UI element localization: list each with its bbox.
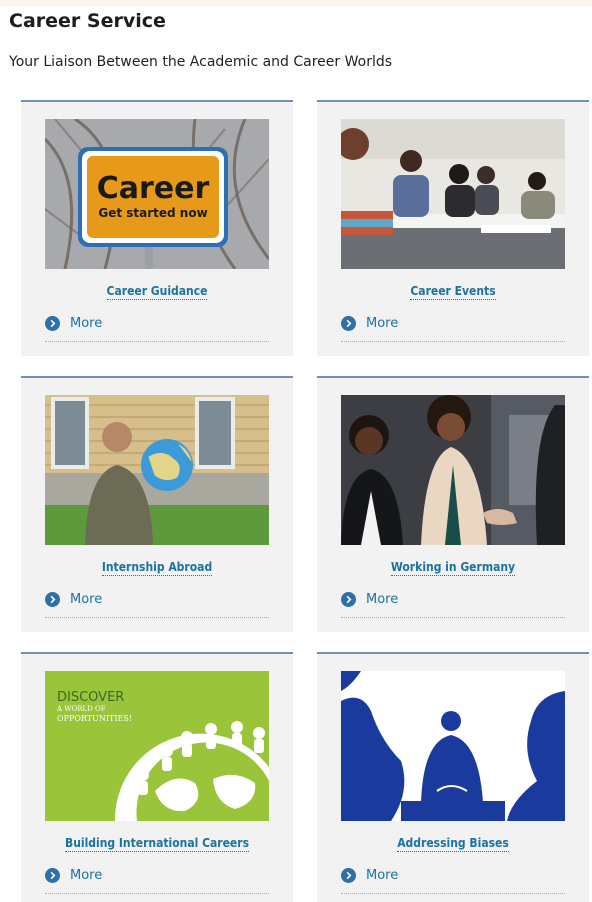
discover-world-illustration: DISCOVER A WORLD OF OPPORTUNITIES! (45, 671, 269, 821)
career-guidance-image[interactable]: Career Get started now (45, 119, 269, 269)
more-link[interactable]: More (341, 316, 398, 331)
circle-arrow-right-icon (341, 868, 356, 883)
card-career-events: Career Events More (317, 100, 589, 356)
card-title[interactable]: Addressing Biases (317, 832, 589, 852)
card-title-link[interactable]: Working in Germany (390, 560, 516, 576)
card-title[interactable]: Internship Abroad (21, 556, 293, 576)
card-title[interactable]: Career Events (317, 280, 589, 300)
more-label: More (366, 868, 399, 883)
addressing-biases-image[interactable] (341, 671, 565, 821)
sign-text-career: Career (97, 171, 210, 206)
sign-text-started: Get started now (98, 206, 207, 220)
card-title[interactable]: Career Guidance (21, 280, 293, 300)
card-working-in-germany: Working in Germany More (317, 376, 589, 632)
dotted-divider (341, 341, 565, 342)
circle-arrow-right-icon (45, 316, 60, 331)
card-internship-abroad: Internship Abroad More (21, 376, 293, 632)
page-subtitle: Your Liaison Between the Academic and Ca… (9, 54, 393, 70)
circle-arrow-right-icon (341, 592, 356, 607)
more-link[interactable]: More (45, 316, 102, 331)
career-sign-illustration: Career Get started now (45, 119, 269, 269)
card-building-international-careers: DISCOVER A WORLD OF OPPORTUNITIES! Build… (21, 652, 293, 902)
more-label: More (70, 868, 103, 883)
more-label: More (70, 592, 103, 607)
interview-silhouette-illustration (341, 671, 565, 821)
circle-arrow-right-icon (341, 316, 356, 331)
opportunities-text: OPPORTUNITIES! (57, 714, 132, 723)
more-link[interactable]: More (341, 868, 398, 883)
dotted-divider (45, 617, 269, 618)
card-addressing-biases: Addressing Biases More (317, 652, 589, 902)
students-meeting-illustration (341, 119, 565, 269)
dotted-divider (45, 341, 269, 342)
dotted-divider (341, 893, 565, 894)
internship-abroad-image[interactable] (45, 395, 269, 545)
dotted-divider (45, 893, 269, 894)
card-title-link[interactable]: Career Events (410, 284, 496, 300)
card-title-link[interactable]: Building International Careers (64, 836, 250, 852)
circle-arrow-right-icon (45, 868, 60, 883)
card-career-guidance: Career Get started now Career Guidance M… (21, 100, 293, 356)
more-link[interactable]: More (45, 592, 102, 607)
career-events-image[interactable] (341, 119, 565, 269)
globe-holder-illustration (45, 395, 269, 545)
world-of-text: A WORLD OF (56, 705, 106, 713)
card-title-link[interactable]: Internship Abroad (101, 560, 213, 576)
handshake-illustration (341, 395, 565, 545)
more-label: More (70, 316, 103, 331)
more-link[interactable]: More (45, 868, 102, 883)
circle-arrow-right-icon (45, 592, 60, 607)
top-strip (0, 0, 592, 6)
page-title: Career Service (9, 10, 166, 32)
more-label: More (366, 316, 399, 331)
more-label: More (366, 592, 399, 607)
working-in-germany-image[interactable] (341, 395, 565, 545)
dotted-divider (341, 617, 565, 618)
card-title[interactable]: Working in Germany (317, 556, 589, 576)
discover-text: DISCOVER (57, 690, 124, 705)
card-title-link[interactable]: Addressing Biases (397, 836, 509, 852)
card-title-link[interactable]: Career Guidance (106, 284, 208, 300)
more-link[interactable]: More (341, 592, 398, 607)
card-title[interactable]: Building International Careers (21, 832, 293, 852)
building-international-careers-image[interactable]: DISCOVER A WORLD OF OPPORTUNITIES! (45, 671, 269, 821)
